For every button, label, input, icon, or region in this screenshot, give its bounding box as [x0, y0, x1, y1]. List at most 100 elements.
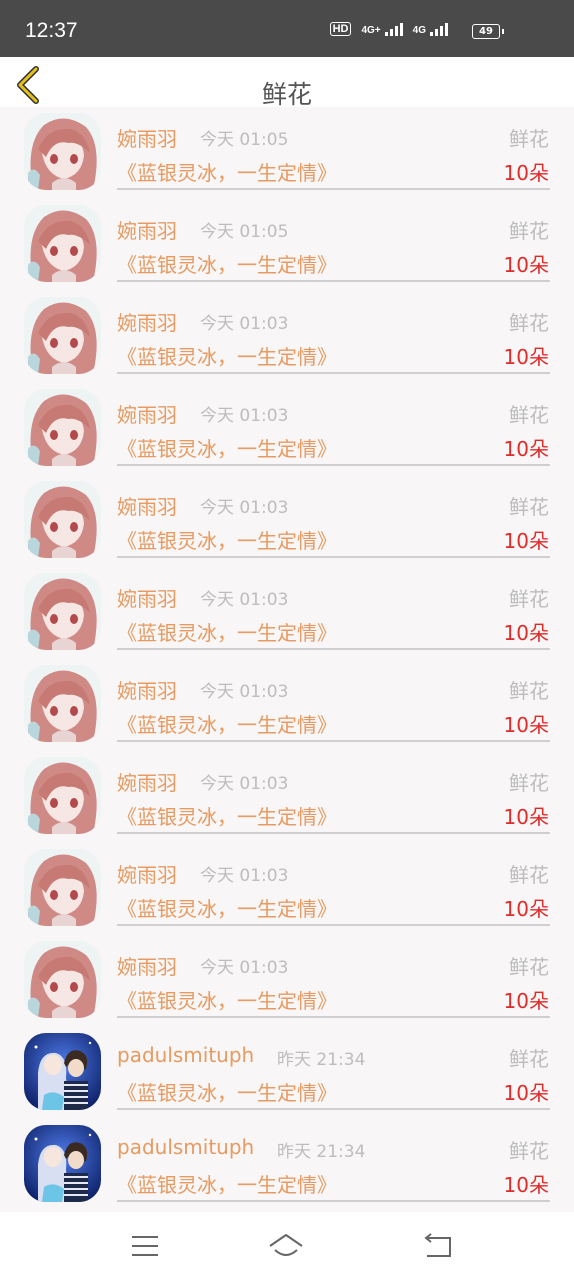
system-nav-bar — [0, 1212, 574, 1280]
avatar[interactable] — [24, 757, 101, 834]
book-title[interactable]: 《蓝银灵冰，一生定情》 — [117, 985, 337, 1014]
divider — [117, 1108, 550, 1110]
home-button[interactable] — [266, 1228, 306, 1264]
gift-count: 10朵 — [503, 805, 549, 829]
avatar[interactable] — [24, 389, 101, 466]
book-title[interactable]: 《蓝银灵冰，一生定情》 — [117, 1169, 337, 1198]
list-item[interactable]: 婉雨羽 今天 01:03 鲜花 《蓝银灵冰，一生定情》 10朵 — [0, 291, 574, 383]
divider — [117, 188, 550, 190]
list-item[interactable]: 婉雨羽 今天 01:03 鲜花 《蓝银灵冰，一生定情》 10朵 — [0, 935, 574, 1027]
list-item[interactable]: 婉雨羽 今天 01:03 鲜花 《蓝银灵冰，一生定情》 10朵 — [0, 567, 574, 659]
gift-time: 今天 01:03 — [200, 866, 289, 886]
username[interactable]: 婉雨羽 — [117, 675, 177, 704]
avatar[interactable] — [24, 297, 101, 374]
gift-time: 今天 01:03 — [200, 314, 289, 334]
gift-type: 鲜花 — [509, 1047, 549, 1071]
gift-type: 鲜花 — [509, 495, 549, 519]
status-bar: 12:37 HD 4G+ 4G 49 — [0, 0, 574, 57]
divider — [117, 740, 550, 742]
signal-icon-2: 4G — [413, 22, 448, 36]
book-title[interactable]: 《蓝银灵冰，一生定情》 — [117, 801, 337, 830]
avatar[interactable] — [24, 481, 101, 558]
list-item[interactable]: padulsmituph 昨天 21:34 鲜花《蓝银灵冰，一生定情》 10朵 — [0, 1119, 574, 1211]
gift-count: 10朵 — [503, 1081, 549, 1105]
avatar[interactable] — [24, 1033, 101, 1110]
app-header: 鲜花 — [0, 57, 574, 109]
avatar[interactable] — [24, 1125, 101, 1202]
username[interactable]: padulsmituph — [117, 1043, 254, 1067]
avatar[interactable] — [24, 573, 101, 650]
gift-count: 10朵 — [503, 713, 549, 737]
username[interactable]: 婉雨羽 — [117, 215, 177, 244]
divider — [117, 280, 550, 282]
hd-icon: HD — [329, 22, 352, 36]
book-title[interactable]: 《蓝银灵冰，一生定情》 — [117, 893, 337, 922]
username[interactable]: 婉雨羽 — [117, 583, 177, 612]
gift-time: 今天 01:03 — [200, 682, 289, 702]
gift-count: 10朵 — [503, 621, 549, 645]
gift-type: 鲜花 — [509, 587, 549, 611]
list-item[interactable]: 婉雨羽 今天 01:03 鲜花 《蓝银灵冰，一生定情》 10朵 — [0, 751, 574, 843]
gift-time: 今天 01:05 — [200, 130, 289, 150]
username[interactable]: 婉雨羽 — [117, 767, 177, 796]
book-title[interactable]: 《蓝银灵冰，一生定情》 — [117, 709, 337, 738]
divider — [117, 1016, 550, 1018]
book-title[interactable]: 《蓝银灵冰，一生定情》 — [117, 341, 337, 370]
menu-button[interactable] — [125, 1228, 165, 1264]
avatar[interactable] — [24, 849, 101, 926]
gift-time: 昨天 21:34 — [277, 1142, 366, 1162]
gift-type: 鲜花 — [509, 219, 549, 243]
page-title: 鲜花 — [261, 80, 312, 109]
gift-type: 鲜花 — [509, 955, 549, 979]
book-title[interactable]: 《蓝银灵冰，一生定情》 — [117, 433, 337, 462]
avatar[interactable] — [24, 113, 101, 190]
book-title[interactable]: 《蓝银灵冰，一生定情》 — [117, 617, 337, 646]
gift-type: 鲜花 — [509, 403, 549, 427]
avatar[interactable] — [24, 205, 101, 282]
list-item[interactable]: 婉雨羽 今天 01:03 鲜花 《蓝银灵冰，一生定情》 10朵 — [0, 475, 574, 567]
battery-icon: 49 — [472, 24, 504, 39]
gift-count: 10朵 — [503, 1173, 549, 1197]
divider — [117, 924, 550, 926]
username[interactable]: 婉雨羽 — [117, 307, 177, 336]
divider — [117, 556, 550, 558]
username[interactable]: 婉雨羽 — [117, 951, 177, 980]
gift-type: 鲜花 — [509, 127, 549, 151]
avatar[interactable] — [24, 941, 101, 1018]
divider — [117, 464, 550, 466]
avatar[interactable] — [24, 665, 101, 742]
gift-type: 鲜花 — [509, 863, 549, 887]
gift-count: 10朵 — [503, 253, 549, 277]
list-item[interactable]: 婉雨羽 今天 01:03 鲜花《蓝银灵冰，一生定情》 10朵 — [0, 843, 574, 935]
book-title[interactable]: 《蓝银灵冰，一生定情》 — [117, 249, 337, 278]
gift-time: 今天 01:05 — [200, 222, 289, 242]
gift-count: 10朵 — [503, 161, 549, 185]
divider — [117, 1200, 550, 1202]
gift-count: 10朵 — [503, 345, 549, 369]
gift-time: 今天 01:03 — [200, 958, 289, 978]
username[interactable]: 婉雨羽 — [117, 859, 177, 888]
list-item[interactable]: 婉雨羽 今天 01:05 鲜花《蓝银灵冰，一生定情》 10朵 — [0, 199, 574, 291]
book-title[interactable]: 《蓝银灵冰，一生定情》 — [117, 1077, 337, 1106]
list-item[interactable]: padulsmituph 昨天 21:34 鲜花《蓝银灵冰，一生定情》 10朵 — [0, 1027, 574, 1119]
gift-type: 鲜花 — [509, 771, 549, 795]
gift-time: 昨天 21:34 — [277, 1050, 366, 1070]
username[interactable]: 婉雨羽 — [117, 491, 177, 520]
list-item[interactable]: 婉雨羽 今天 01:05 鲜花《蓝银灵冰，一生定情》 10朵 — [0, 107, 574, 199]
gift-type: 鲜花 — [509, 1139, 549, 1163]
list-item[interactable]: 婉雨羽 今天 01:03 鲜花 《蓝银灵冰，一生定情》 10朵 — [0, 383, 574, 475]
gift-count: 10朵 — [503, 437, 549, 461]
flower-gift-list: 婉雨羽 今天 01:05 鲜花 《蓝银灵冰，一生定情》 10朵 婉雨羽 今天 01:05 鲜花… — [0, 107, 574, 1212]
back-icon — [424, 1233, 451, 1257]
username[interactable]: 婉雨羽 — [117, 399, 177, 428]
divider — [117, 832, 550, 834]
gift-count: 10朵 — [503, 897, 549, 921]
username[interactable]: padulsmituph — [117, 1135, 254, 1159]
book-title[interactable]: 《蓝银灵冰，一生定情》 — [117, 525, 337, 554]
system-back-button[interactable] — [417, 1228, 457, 1264]
signal-icon-1: 4G+ — [361, 22, 403, 36]
list-item[interactable]: 婉雨羽 今天 01:03 鲜花 《蓝银灵冰，一生定情》 10朵 — [0, 659, 574, 751]
home-icon — [269, 1234, 303, 1256]
username[interactable]: 婉雨羽 — [117, 123, 177, 152]
book-title[interactable]: 《蓝银灵冰，一生定情》 — [117, 157, 337, 186]
